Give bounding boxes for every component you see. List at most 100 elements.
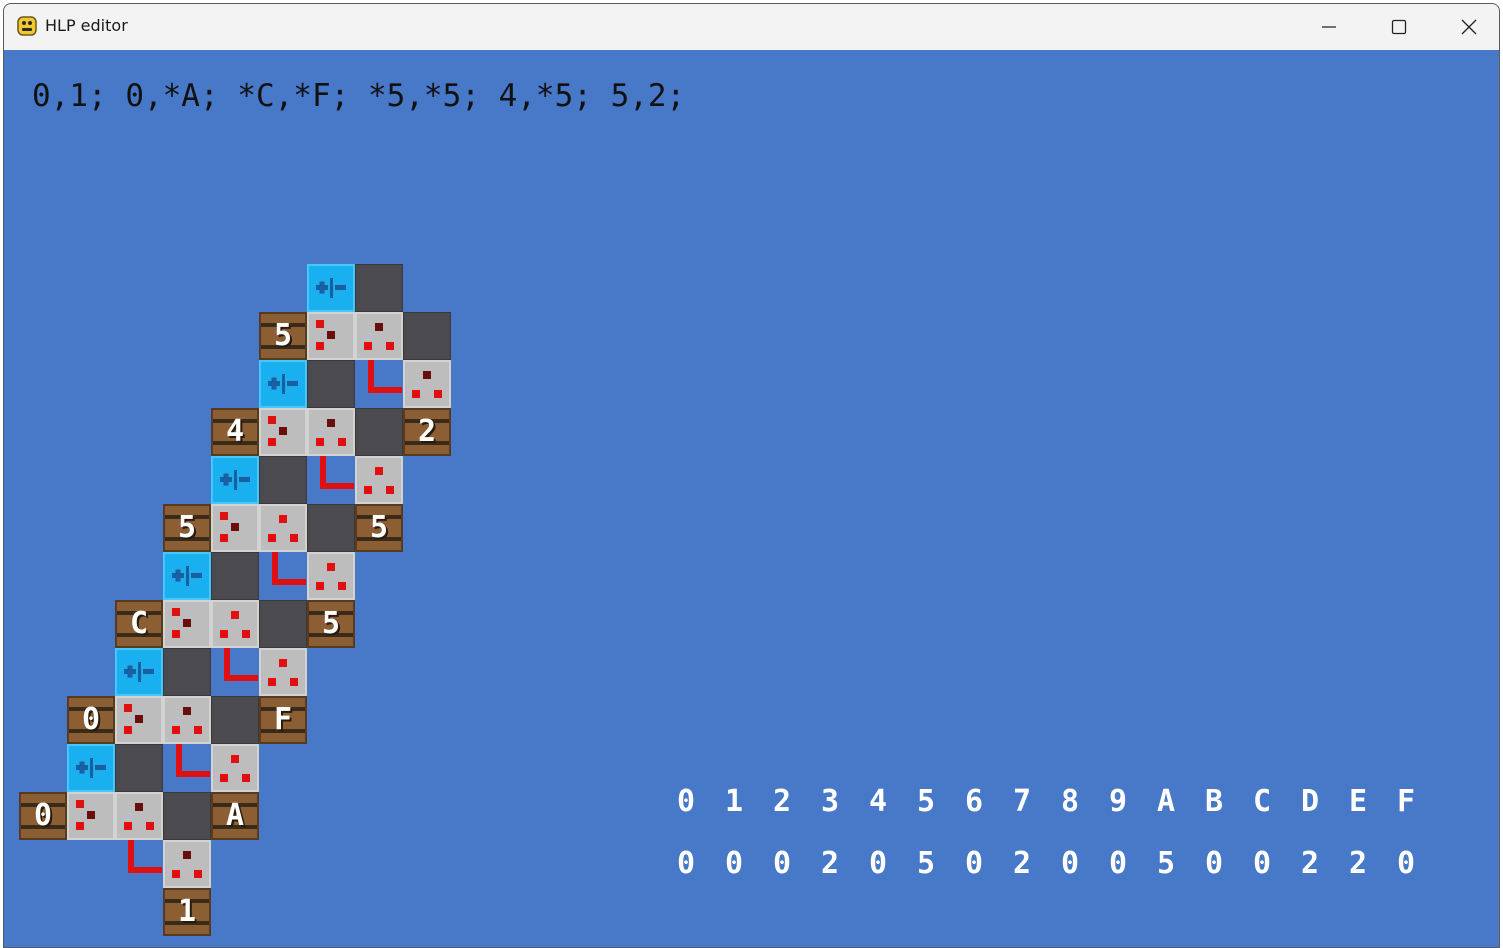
- barrel-tile[interactable]: 1: [163, 888, 211, 936]
- plus-minus-icon: [76, 758, 106, 778]
- block-tile[interactable]: [259, 600, 307, 648]
- redstone-dot: [290, 678, 298, 686]
- lamp-tile[interactable]: [67, 792, 115, 840]
- redstone-dot: [279, 515, 287, 523]
- block-tile[interactable]: [355, 264, 403, 312]
- lamp-tile[interactable]: [355, 312, 403, 360]
- barrel-tile[interactable]: 5: [307, 600, 355, 648]
- redstone-wire: [224, 648, 258, 681]
- redstone-dot: [146, 822, 154, 830]
- redstone-dot: [76, 800, 84, 808]
- block-tile[interactable]: [115, 744, 163, 792]
- title-bar[interactable]: HLP editor: [4, 4, 1499, 50]
- hex-value-cell: 0: [676, 846, 696, 881]
- hex-header-cell: 3: [820, 784, 840, 819]
- close-button[interactable]: [1434, 4, 1499, 50]
- redstone-dot: [434, 390, 442, 398]
- block-tile[interactable]: [163, 792, 211, 840]
- block-tile[interactable]: [211, 552, 259, 600]
- lamp-tile[interactable]: [403, 360, 451, 408]
- redstone-dot: [338, 582, 346, 590]
- lamp-tile[interactable]: [355, 456, 403, 504]
- lamp-tile[interactable]: [259, 408, 307, 456]
- comparator-tile[interactable]: [307, 264, 355, 312]
- comparator-tile[interactable]: [211, 456, 259, 504]
- maximize-button[interactable]: [1364, 4, 1434, 50]
- barrel-tile[interactable]: 5: [259, 312, 307, 360]
- redstone-dot: [87, 811, 95, 819]
- hex-value-cell: 0: [1252, 846, 1272, 881]
- lamp-tile[interactable]: [307, 408, 355, 456]
- hex-value-cell: 5: [1156, 846, 1176, 881]
- hex-value-cell: 2: [1300, 846, 1320, 881]
- plus-minus-icon: [124, 662, 154, 682]
- lamp-tile[interactable]: [211, 504, 259, 552]
- redstone-dot: [279, 427, 287, 435]
- lamp-tile[interactable]: [211, 744, 259, 792]
- plus-minus-icon: [268, 374, 298, 394]
- lamp-tile[interactable]: [115, 696, 163, 744]
- hex-value-cell: 5: [916, 846, 936, 881]
- barrel-tile[interactable]: 4: [211, 408, 259, 456]
- hex-header-cell: D: [1300, 784, 1320, 819]
- block-tile[interactable]: [307, 504, 355, 552]
- redstone-dot: [231, 611, 239, 619]
- lamp-tile[interactable]: [163, 600, 211, 648]
- block-tile[interactable]: [307, 360, 355, 408]
- redstone-dot: [375, 323, 383, 331]
- barrel-label: 0: [33, 798, 53, 833]
- lamp-tile[interactable]: [259, 504, 307, 552]
- minimize-button[interactable]: [1294, 4, 1364, 50]
- lamp-tile[interactable]: [115, 792, 163, 840]
- lamp-tile[interactable]: [307, 312, 355, 360]
- comparator-tile[interactable]: [259, 360, 307, 408]
- comparator-tile[interactable]: [67, 744, 115, 792]
- barrel-tile[interactable]: 2: [403, 408, 451, 456]
- close-icon: [1461, 19, 1477, 35]
- barrel-tile[interactable]: F: [259, 696, 307, 744]
- redstone-dot: [423, 371, 431, 379]
- hex-header-cell: B: [1204, 784, 1224, 819]
- barrel-tile[interactable]: C: [115, 600, 163, 648]
- block-tile[interactable]: [355, 408, 403, 456]
- redstone-dot: [364, 486, 372, 494]
- redstone-dot: [375, 467, 383, 475]
- redstone-wire: [368, 360, 402, 393]
- plus-minus-icon: [172, 566, 202, 586]
- hex-header-cell: F: [1396, 784, 1416, 819]
- redstone-wire: [176, 744, 210, 777]
- lamp-tile[interactable]: [259, 648, 307, 696]
- hex-header-cell: 6: [964, 784, 984, 819]
- block-tile[interactable]: [211, 696, 259, 744]
- block-tile[interactable]: [259, 456, 307, 504]
- hex-header-cell: C: [1252, 784, 1272, 819]
- barrel-tile[interactable]: 5: [163, 504, 211, 552]
- lamp-tile[interactable]: [307, 552, 355, 600]
- comparator-tile[interactable]: [163, 552, 211, 600]
- redstone-wire: [272, 552, 306, 585]
- redstone-dot: [316, 582, 324, 590]
- redstone-dot: [183, 619, 191, 627]
- barrel-label: 5: [321, 606, 341, 641]
- redstone-dot: [386, 342, 394, 350]
- lamp-tile[interactable]: [211, 600, 259, 648]
- redstone-dot: [242, 774, 250, 782]
- comparator-tile[interactable]: [115, 648, 163, 696]
- lamp-tile[interactable]: [163, 840, 211, 888]
- barrel-tile[interactable]: A: [211, 792, 259, 840]
- redstone-dot: [172, 870, 180, 878]
- redstone-dot: [183, 851, 191, 859]
- redstone-dot: [279, 659, 287, 667]
- redstone-dot: [327, 331, 335, 339]
- barrel-tile[interactable]: 0: [67, 696, 115, 744]
- barrel-label: 0: [81, 702, 101, 737]
- hex-header-row: 0123456789ABCDEF: [662, 784, 1430, 819]
- redstone-dot: [135, 803, 143, 811]
- barrel-tile[interactable]: 0: [19, 792, 67, 840]
- block-tile[interactable]: [403, 312, 451, 360]
- block-tile[interactable]: [163, 648, 211, 696]
- hex-value-cell: 0: [772, 846, 792, 881]
- lamp-tile[interactable]: [163, 696, 211, 744]
- editor-canvas[interactable]: 0,1; 0,*A; *C,*F; *5,*5; 4,*5; 5,2; 5 4 …: [4, 50, 1499, 947]
- barrel-tile[interactable]: 5: [355, 504, 403, 552]
